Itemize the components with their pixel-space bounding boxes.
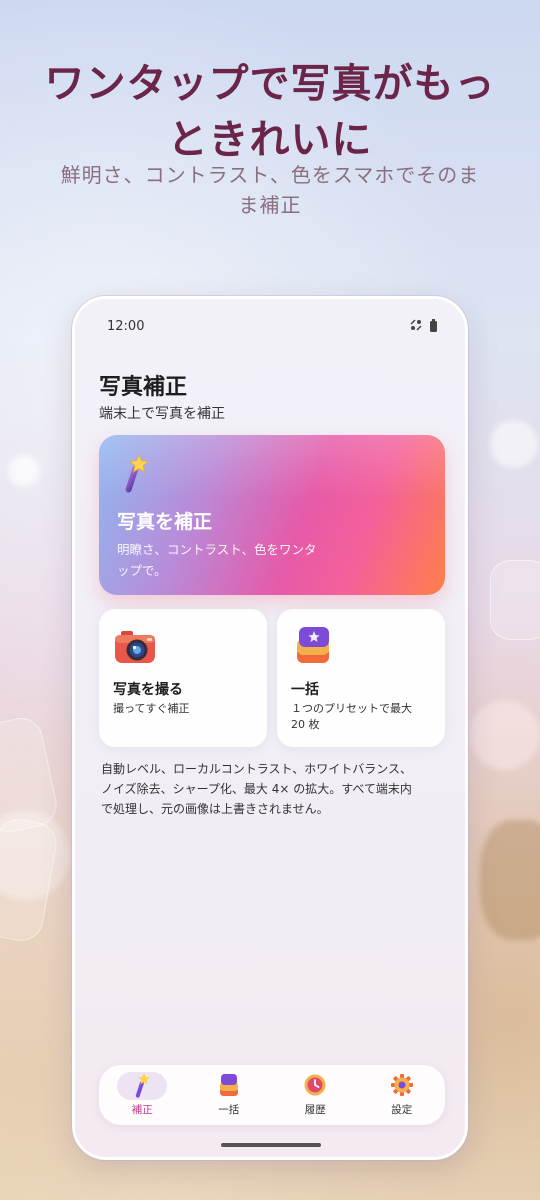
magic-wand-icon bbox=[125, 453, 150, 493]
nav-item-batch[interactable]: 一括 bbox=[194, 1067, 264, 1123]
signal-icon bbox=[410, 319, 422, 334]
nav-label: 補正 bbox=[131, 1104, 153, 1116]
gear-icon bbox=[390, 1074, 413, 1096]
batch-card[interactable]: 一括 １つのプリセットで最大 20 枚 bbox=[277, 609, 445, 747]
feature-description-line: で処理し、元の画像は上書きされません。 bbox=[101, 802, 329, 816]
bottom-navigation: 補正 一括 履歴 設定 bbox=[99, 1065, 445, 1125]
page-title: 写真補正 bbox=[99, 375, 188, 400]
batch-title: 一括 bbox=[291, 682, 319, 698]
bokeh-light bbox=[8, 455, 40, 487]
enhance-card-title: 写真を補正 bbox=[117, 511, 213, 533]
bokeh-light bbox=[490, 420, 538, 468]
magic-wand-icon bbox=[136, 1073, 151, 1098]
take-photo-description: 撮ってすぐ補正 bbox=[113, 702, 190, 715]
promo-headline: ワンタップで写真がもっ ときれいに bbox=[0, 56, 540, 168]
promo-subline-line: ま補正 bbox=[238, 193, 302, 217]
nav-label: 設定 bbox=[391, 1104, 413, 1116]
status-icons bbox=[410, 319, 437, 334]
batch-description: １つのプリセットで最大 20 枚 bbox=[291, 701, 431, 733]
batch-stack-icon bbox=[297, 627, 329, 663]
feature-description-line: 自動レベル、ローカルコントラスト、ホワイトバランス、 bbox=[101, 762, 413, 776]
phone-frame: 12:00 写真補正 端末上で写真を補正 写真を補正 明瞭さ、コントラスト、色を… bbox=[72, 296, 468, 1160]
batch-stack-icon bbox=[219, 1074, 238, 1096]
home-indicator[interactable] bbox=[221, 1143, 321, 1147]
batch-description-line: 20 枚 bbox=[291, 718, 320, 731]
glass-tile-decoration bbox=[0, 713, 61, 837]
nav-label: 履歴 bbox=[304, 1104, 326, 1116]
feature-description: 自動レベル、ローカルコントラスト、ホワイトバランス、 ノイズ除去、シャープ化、最… bbox=[101, 759, 441, 819]
enhance-photo-card[interactable]: 写真を補正 明瞭さ、コントラスト、色をワンタ ップで。 bbox=[99, 435, 445, 595]
promo-subline-line: 鮮明さ、コントラスト、色をスマホでそのま bbox=[60, 163, 480, 187]
glass-tile-decoration bbox=[490, 560, 540, 640]
app-screen: 12:00 写真補正 端末上で写真を補正 写真を補正 明瞭さ、コントラスト、色を… bbox=[75, 299, 465, 1157]
enhance-card-description-line: 明瞭さ、コントラスト、色をワンタ bbox=[117, 542, 317, 557]
camera-icon bbox=[115, 631, 155, 663]
battery-icon bbox=[430, 319, 437, 332]
history-clock-icon bbox=[304, 1074, 326, 1096]
nav-item-history[interactable]: 履歴 bbox=[280, 1067, 350, 1123]
take-photo-card[interactable]: 写真を撮る 撮ってすぐ補正 bbox=[99, 609, 267, 747]
batch-description-line: １つのプリセットで最大 bbox=[291, 702, 412, 715]
nav-label: 一括 bbox=[218, 1104, 240, 1116]
take-photo-title: 写真を撮る bbox=[113, 682, 183, 698]
enhance-card-description: 明瞭さ、コントラスト、色をワンタ ップで。 bbox=[117, 539, 337, 581]
nav-item-settings[interactable]: 設定 bbox=[367, 1067, 437, 1123]
enhance-card-description-line: ップで。 bbox=[117, 563, 167, 578]
bokeh-light bbox=[480, 820, 540, 940]
bokeh-light bbox=[470, 700, 540, 770]
promo-subline: 鮮明さ、コントラスト、色をスマホでそのま ま補正 bbox=[40, 160, 500, 220]
nav-item-enhance[interactable]: 補正 bbox=[107, 1067, 177, 1123]
page-subtitle: 端末上で写真を補正 bbox=[99, 406, 225, 422]
promo-headline-line: ワンタップで写真がもっ bbox=[44, 61, 496, 107]
status-time: 12:00 bbox=[107, 319, 145, 334]
feature-description-line: ノイズ除去、シャープ化、最大 4× の拡大。すべて端末内 bbox=[101, 782, 412, 796]
